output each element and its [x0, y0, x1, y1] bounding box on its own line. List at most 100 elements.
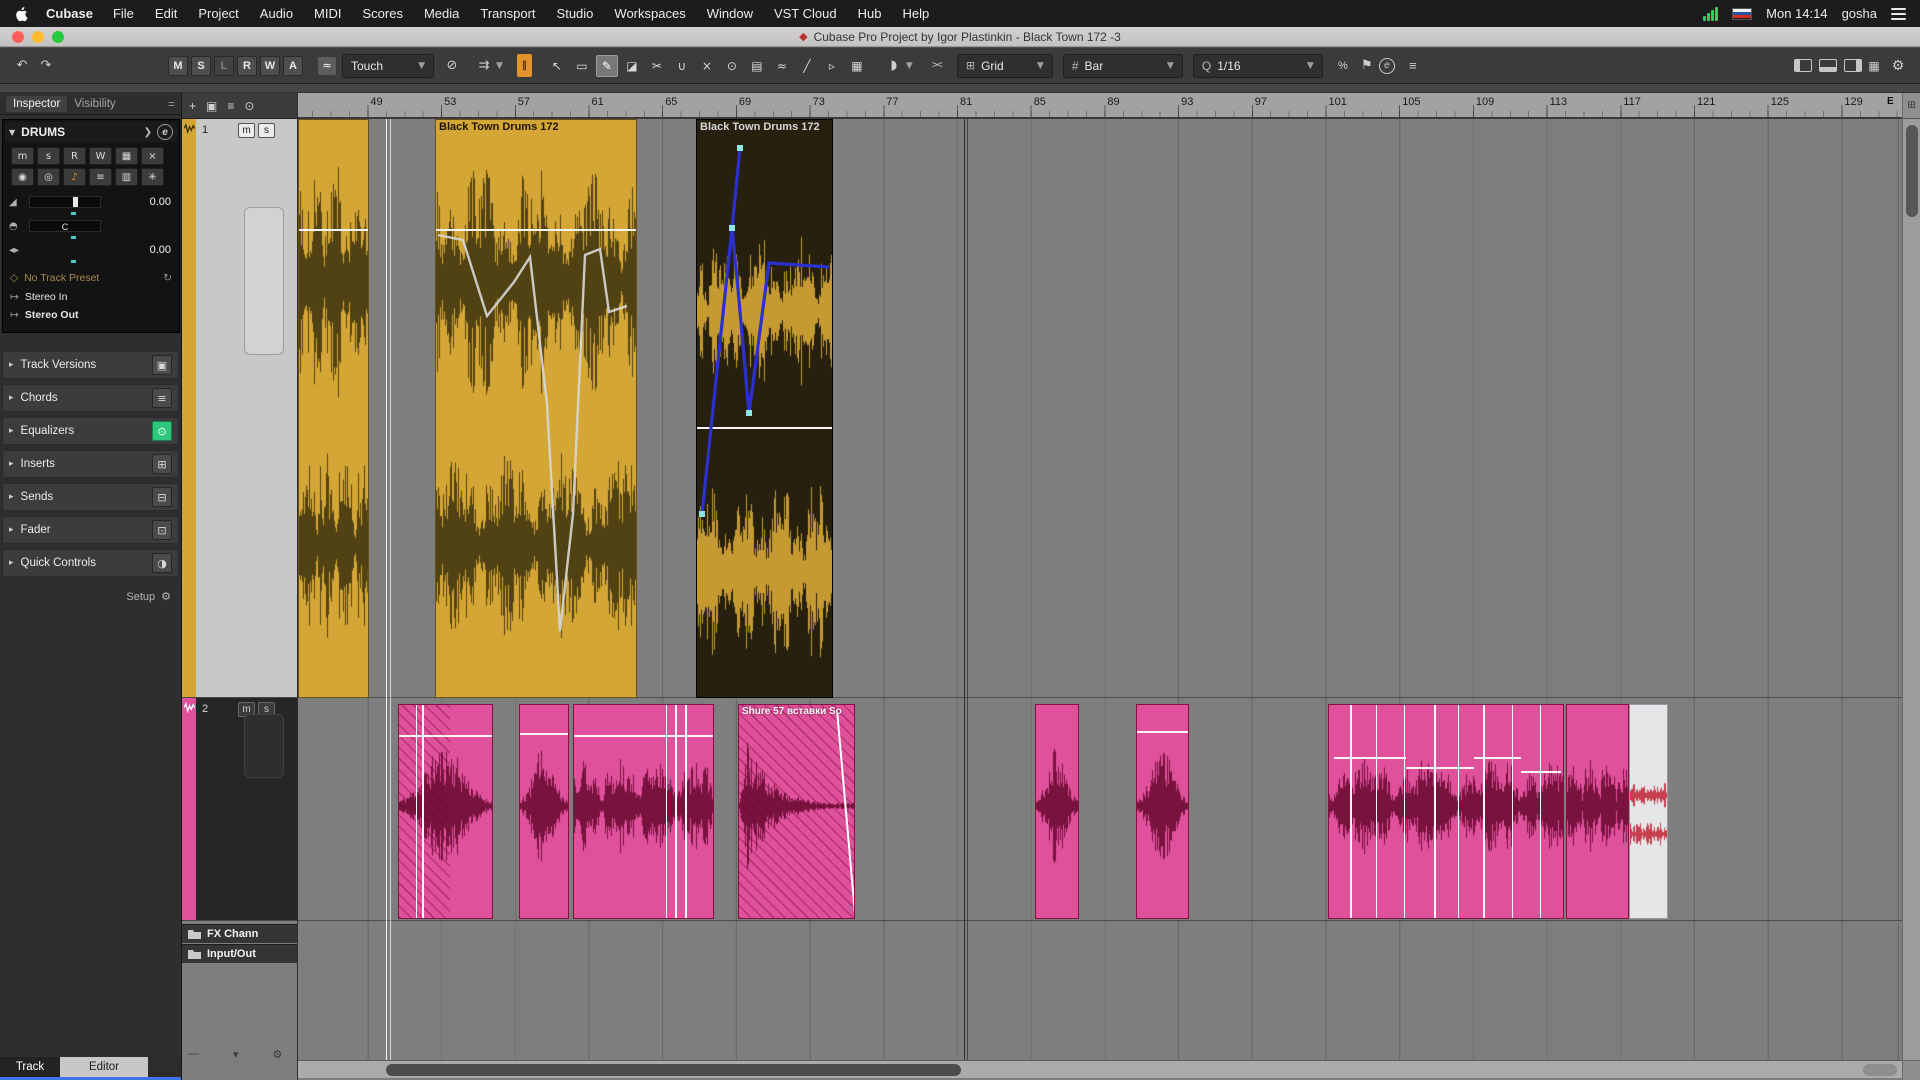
track-color-strip[interactable]	[182, 119, 196, 697]
output-routing-row[interactable]: ↦ Stereo Out	[5, 307, 177, 323]
add-track-button[interactable]: +	[189, 99, 196, 113]
track-color-strip[interactable]	[182, 698, 196, 920]
track-toggle-r1-1[interactable]: s	[37, 147, 60, 165]
drums-track-lane[interactable]: Black Town Drums 172 Black Town Drums 172	[298, 119, 1902, 698]
automation-s-button[interactable]: S	[191, 56, 211, 76]
track-row-vocal[interactable]: 2 m s	[182, 698, 297, 921]
menu-item-midi[interactable]: MIDI	[314, 6, 341, 21]
iterative-quantize-button[interactable]: %	[1331, 54, 1355, 78]
menu-item-file[interactable]: File	[113, 6, 134, 21]
preset-history-icon[interactable]: ↻	[163, 272, 172, 284]
chords-icon[interactable]: ≡	[152, 388, 172, 408]
audio-event-vocal[interactable]	[1328, 704, 1564, 919]
event-display-area[interactable]: 4953576165697377818589939710110510911311…	[298, 93, 1902, 1080]
automation-m-button[interactable]: M	[168, 56, 188, 76]
autoscroll-options-icon[interactable]: ▼	[496, 61, 503, 71]
audio-event-vocal[interactable]	[1035, 704, 1079, 919]
automation-r-button[interactable]: R	[237, 56, 257, 76]
automation-w-button[interactable]: W	[260, 56, 280, 76]
volume-value[interactable]: 0.00	[150, 196, 171, 208]
automation-l-button[interactable]: L	[214, 56, 234, 76]
inspector-section-fader[interactable]: ▸Fader⊡	[2, 516, 179, 544]
comp-tool[interactable]: ▤	[746, 55, 768, 77]
line-tool[interactable]: ╱	[796, 55, 818, 77]
audio-event-vocal[interactable]	[1566, 704, 1629, 919]
chevron-down-icon[interactable]: ▾	[233, 1048, 239, 1061]
zoom-tool[interactable]: ⊙	[721, 55, 743, 77]
audio-event-drums[interactable]: Black Town Drums 172	[696, 119, 833, 698]
folder-track-fx[interactable]: FX Chann	[182, 924, 297, 943]
glue-tool[interactable]: ∪	[671, 55, 693, 77]
input-routing-row[interactable]: ↦ Stereo In	[5, 289, 177, 305]
find-track-icon[interactable]: ⊙	[244, 99, 254, 113]
audio-event-vocal[interactable]	[1629, 704, 1668, 919]
audio-event-drums[interactable]	[298, 119, 369, 698]
split-tool[interactable]: ✂	[646, 55, 668, 77]
track-row-drums[interactable]: 1 m s	[182, 119, 297, 698]
workspace-layout-icon[interactable]: ▦	[1862, 54, 1886, 78]
collapse-tracks-button[interactable]: —	[188, 1048, 199, 1061]
edit-channel-button[interactable]: e	[157, 124, 173, 140]
pan-slider[interactable]: C	[29, 220, 101, 232]
menu-item-hub[interactable]: Hub	[858, 6, 882, 21]
erase-tool[interactable]: ◪	[621, 55, 643, 77]
mute-tool[interactable]: ×	[696, 55, 718, 77]
tab-visibility[interactable]: Visibility	[67, 96, 122, 112]
track-toggle-r1-4[interactable]: ▦	[115, 147, 138, 165]
track-preset-row[interactable]: ◇ No Track Preset ↻	[5, 270, 177, 286]
audio-activity-icon[interactable]	[1703, 7, 1718, 21]
feedback-options-icon[interactable]: ▼	[906, 61, 913, 71]
audio-event-vocal[interactable]	[398, 704, 493, 919]
quantize-panel-flag-icon[interactable]: ⚑	[1355, 54, 1379, 78]
audio-event-vocal[interactable]	[519, 704, 569, 919]
draw-tool[interactable]: ✎	[596, 55, 618, 77]
equalizers-icon[interactable]: ⊙	[152, 421, 172, 441]
undo-button[interactable]: ↶	[10, 54, 34, 78]
horizontal-scrollbar[interactable]	[298, 1060, 1902, 1078]
time-warp-tool[interactable]: ≈	[771, 55, 793, 77]
inspector-section-inserts[interactable]: ▸Inserts⊞	[2, 450, 179, 478]
horizontal-scroll-thumb[interactable]	[386, 1064, 961, 1076]
track-name-header[interactable]: ▼ DRUMS ❯ e	[5, 122, 177, 142]
track-list-gear-icon[interactable]: ⚙	[273, 1048, 283, 1061]
ruler-options-corner[interactable]: ⊞	[1903, 93, 1920, 119]
volume-slider[interactable]	[29, 196, 101, 208]
lower-zone-toggle[interactable]	[1819, 59, 1837, 72]
menubar-user[interactable]: gosha	[1842, 6, 1877, 21]
automation-mode-dropdown[interactable]: Touch ▼	[342, 54, 434, 78]
setup-toolbar-gear-icon[interactable]: ⚙	[1886, 54, 1910, 78]
tab-editor[interactable]: Editor	[60, 1057, 148, 1077]
horizontal-zoom-control[interactable]	[1863, 1064, 1897, 1076]
snap-to-zero-button[interactable]: ‖	[517, 54, 532, 77]
left-zone-toggle[interactable]	[1794, 59, 1812, 72]
menubar-clock[interactable]: Mon 14:14	[1766, 6, 1827, 21]
color-tool[interactable]: ▦	[846, 55, 868, 77]
suspend-automation-button[interactable]: ⊘	[440, 54, 464, 78]
inspector-section-quick-controls[interactable]: ▸Quick Controls◑	[2, 549, 179, 577]
audio-event-vocal[interactable]: Shure 57 вставки So	[738, 704, 855, 919]
volume-handle[interactable]	[73, 197, 78, 207]
track-toggle-r1-0[interactable]: m	[11, 147, 34, 165]
quantize-dropdown[interactable]: Q 1/16 ▼	[1193, 54, 1323, 78]
inserts-icon[interactable]: ⊞	[152, 454, 172, 474]
autoscroll-button[interactable]: ⇉	[472, 54, 496, 78]
menu-item-project[interactable]: Project	[198, 6, 238, 21]
snap-type-dropdown[interactable]: ⊞ Grid ▼	[957, 54, 1053, 78]
minimize-button[interactable]	[32, 31, 44, 43]
track-toggle-r2-0[interactable]: ◉	[11, 168, 34, 186]
automation-a-button[interactable]: A	[283, 56, 303, 76]
solo-button[interactable]: s	[258, 123, 275, 138]
audio-event-drums[interactable]: Black Town Drums 172	[435, 119, 637, 698]
timeline-ruler[interactable]: 4953576165697377818589939710110510911311…	[298, 93, 1902, 119]
input-language-flag-icon[interactable]	[1732, 8, 1752, 20]
play-tool[interactable]: ▹	[821, 55, 843, 77]
audio-alignment-button[interactable]: ≡	[1401, 54, 1425, 78]
vocal-track-lane[interactable]: Shure 57 вставки So	[298, 698, 1902, 921]
folder-track-io[interactable]: Input/Out	[182, 944, 297, 963]
range-selection-tool[interactable]: ▭	[571, 55, 593, 77]
menu-item-studio[interactable]: Studio	[557, 6, 594, 21]
right-zone-toggle[interactable]	[1844, 59, 1862, 72]
edit-quantize-button[interactable]: e	[1379, 58, 1395, 74]
vertical-scrollbar[interactable]: ⊞	[1902, 93, 1920, 1080]
track-toggle-r2-4[interactable]: ▥	[115, 168, 138, 186]
